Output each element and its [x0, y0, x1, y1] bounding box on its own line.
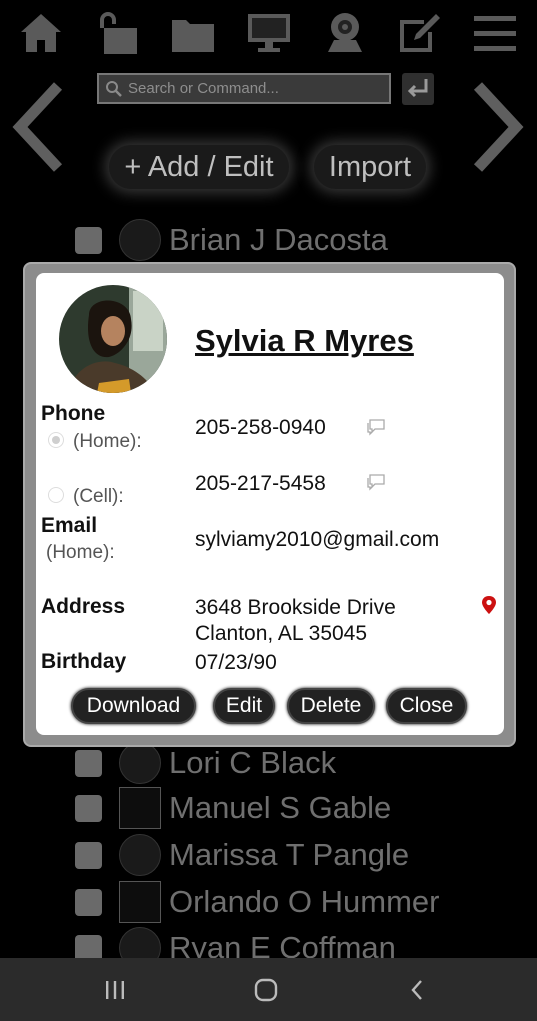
list-item[interactable]: Brian J Dacosta — [75, 219, 388, 261]
phone-cell-radio[interactable] — [48, 487, 64, 503]
phone-home-label: (Home): — [73, 431, 142, 452]
contact-name: Brian J Dacosta — [169, 222, 388, 257]
address-label: Address — [41, 595, 126, 618]
phone-label: Phone — [41, 402, 106, 425]
contact-name: Lori C Black — [169, 745, 337, 780]
checkbox[interactable] — [75, 888, 102, 916]
email-home-value[interactable]: sylviamy2010@gmail.com — [195, 528, 439, 552]
search-bar[interactable] — [97, 73, 391, 104]
search-icon — [106, 80, 122, 97]
avatar — [119, 834, 161, 876]
phone-cell-value[interactable]: 205-217-5458 — [195, 472, 326, 496]
enter-icon — [407, 79, 428, 98]
list-item[interactable]: Lori C Black — [75, 742, 336, 784]
avatar — [119, 219, 161, 261]
edit-icon[interactable] — [396, 10, 442, 56]
address-line2: Clanton, AL 35045 — [195, 622, 368, 645]
recent-apps-icon[interactable] — [101, 976, 129, 1004]
enter-button[interactable] — [402, 73, 434, 105]
top-toolbar — [0, 0, 537, 62]
search-input[interactable] — [128, 80, 378, 97]
home-button-icon[interactable] — [252, 976, 280, 1004]
checkbox[interactable] — [75, 226, 102, 254]
message-icon[interactable] — [366, 418, 386, 436]
monitor-icon[interactable] — [246, 10, 292, 56]
folder-icon[interactable] — [170, 10, 216, 56]
back-icon[interactable] — [404, 976, 432, 1004]
list-item[interactable]: Orlando O Hummer — [75, 881, 439, 923]
checkbox[interactable] — [75, 841, 102, 869]
menu-icon[interactable] — [472, 10, 518, 56]
avatar — [119, 787, 161, 829]
email-label: Email — [41, 514, 98, 537]
list-item[interactable]: Manuel S Gable — [75, 787, 391, 829]
profile-photo — [59, 285, 167, 393]
unlock-icon[interactable] — [94, 10, 140, 56]
add-edit-button[interactable]: + Add / Edit — [109, 145, 289, 189]
phone-home-radio[interactable] — [48, 432, 64, 448]
birthday-value: 07/23/90 — [195, 651, 277, 674]
home-icon[interactable] — [18, 10, 64, 56]
import-button[interactable]: Import — [314, 145, 426, 189]
contact-name: Orlando O Hummer — [169, 884, 440, 919]
system-nav-bar — [0, 958, 537, 1021]
phone-home-value[interactable]: 205-258-0940 — [195, 416, 326, 440]
webcam-icon[interactable] — [322, 10, 368, 56]
checkbox[interactable] — [75, 749, 102, 777]
prev-arrow-icon[interactable] — [8, 82, 68, 172]
avatar — [119, 881, 161, 923]
avatar — [119, 742, 161, 784]
contact-dialog: Sylvia R Myres Phone (Home): 205-258-094… — [36, 273, 504, 735]
phone-cell-label: (Cell): — [73, 486, 124, 507]
birthday-label: Birthday — [41, 650, 127, 673]
contact-name: Manuel S Gable — [169, 790, 392, 825]
close-button[interactable]: Close — [386, 688, 467, 724]
checkbox[interactable] — [75, 794, 102, 822]
contact-name-title[interactable]: Sylvia R Myres — [195, 323, 414, 359]
download-button[interactable]: Download — [71, 688, 196, 724]
map-pin-icon[interactable] — [481, 595, 497, 615]
contact-name: Marissa T Pangle — [169, 837, 410, 872]
next-arrow-icon[interactable] — [468, 82, 528, 172]
edit-button[interactable]: Edit — [213, 688, 275, 724]
address-line1: 3648 Brookside Drive — [195, 596, 396, 619]
message-icon[interactable] — [366, 473, 386, 491]
delete-button[interactable]: Delete — [287, 688, 375, 724]
email-home-label: (Home): — [46, 542, 115, 563]
list-item[interactable]: Marissa T Pangle — [75, 834, 409, 876]
